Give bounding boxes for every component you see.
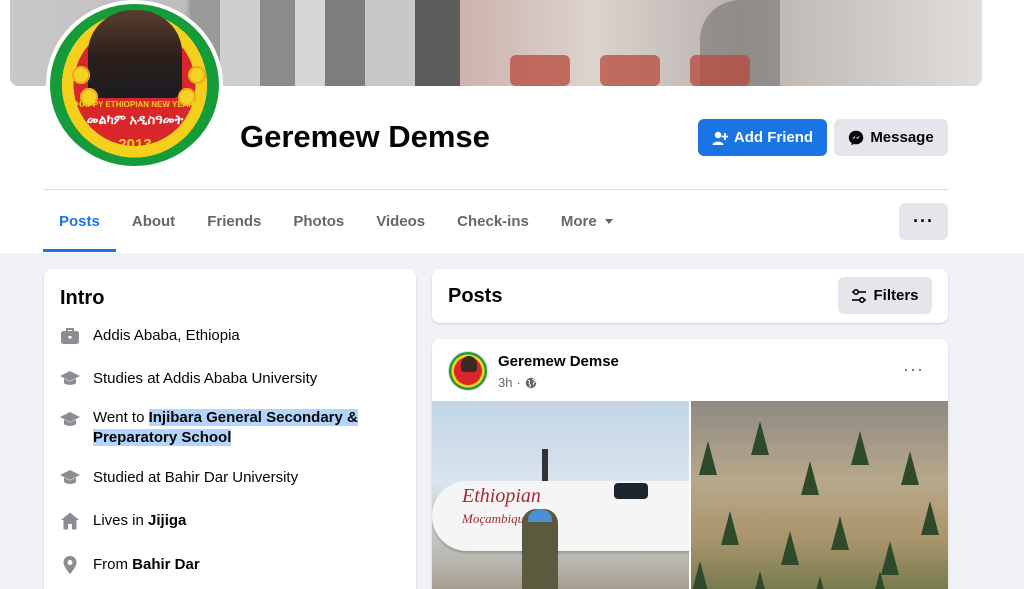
intro-item-from: From Bahir Dar xyxy=(60,555,390,575)
globe-icon xyxy=(525,377,537,388)
intro-went-to-prefix: Went to xyxy=(93,409,149,426)
message-label: Message xyxy=(870,129,934,146)
location-pin-icon xyxy=(63,556,77,574)
intro-lives-in-link[interactable]: Jijiga xyxy=(148,512,186,529)
graduation-cap-icon xyxy=(60,470,80,484)
add-friend-button[interactable]: Add Friend xyxy=(698,119,827,156)
post-time[interactable]: 3h xyxy=(498,375,512,390)
avatar-year-text: 2013 xyxy=(118,136,152,153)
intro-item-studied-at: Studied at Bahir Dar University xyxy=(60,468,390,488)
graduation-cap-icon xyxy=(60,371,80,385)
post-author-avatar[interactable] xyxy=(448,351,488,391)
profile-header: HAPPY ETHIOPIAN NEW YEAR መልካም አዲስዓመት 201… xyxy=(0,0,1024,253)
more-dots-icon: ··· xyxy=(913,211,934,231)
caret-down-icon xyxy=(604,218,613,224)
plane-subtitle-text: Moçambique xyxy=(462,511,530,526)
tab-videos[interactable]: Videos xyxy=(360,190,441,252)
graduation-cap-icon xyxy=(60,412,80,426)
profile-more-button[interactable]: ··· xyxy=(899,203,948,240)
intro-work-text: Addis Ababa, Ethiopia xyxy=(93,327,240,344)
intro-from-prefix: From xyxy=(93,556,133,573)
tab-posts[interactable]: Posts xyxy=(43,190,116,252)
filters-button[interactable]: Filters xyxy=(838,277,932,314)
post-photo-forest[interactable] xyxy=(691,401,948,589)
post-meta: 3h · xyxy=(498,375,537,390)
profile-name: Geremew Demse xyxy=(240,119,490,154)
avatar-banner-text: HAPPY ETHIOPIAN NEW YEAR xyxy=(75,100,195,109)
intro-item-lives-in: Lives in Jijiga xyxy=(60,511,390,531)
tab-about[interactable]: About xyxy=(116,190,191,252)
messenger-icon xyxy=(849,130,864,145)
blue-helmet xyxy=(528,509,552,522)
intro-lives-in-prefix: Lives in xyxy=(93,512,149,529)
tab-friends[interactable]: Friends xyxy=(191,190,277,252)
post-card: Geremew Demse 3h · ··· Ethiopian Moçambi… xyxy=(432,339,948,589)
plane-airline-text: Ethiopian xyxy=(462,485,541,507)
post-photo-airplane[interactable]: Ethiopian Moçambique xyxy=(432,401,689,589)
home-icon xyxy=(61,512,79,530)
tab-check-ins[interactable]: Check-ins xyxy=(441,190,545,252)
posts-header-card: Posts Filters xyxy=(432,269,948,323)
filters-icon xyxy=(852,288,867,303)
profile-avatar[interactable]: HAPPY ETHIOPIAN NEW YEAR መልካም አዲስዓመት 201… xyxy=(46,0,223,170)
intro-title: Intro xyxy=(60,287,105,309)
add-friend-icon xyxy=(712,131,728,145)
posts-title: Posts xyxy=(448,285,503,307)
intro-studies-text: Studies at Addis Ababa University xyxy=(93,370,318,387)
tab-photos[interactable]: Photos xyxy=(277,190,360,252)
add-friend-label: Add Friend xyxy=(733,129,814,146)
avatar-amharic-text: መልካም አዲስዓመት xyxy=(86,112,184,127)
intro-studied-at-text: Studied at Bahir Dar University xyxy=(93,469,299,486)
intro-card: Intro Addis Ababa, Ethiopia Studies at A… xyxy=(44,269,416,589)
post-options-icon[interactable]: ··· xyxy=(903,359,924,380)
intro-item-studies: Studies at Addis Ababa University xyxy=(60,369,390,389)
intro-item-went-to: Went to Injibara General Secondary & Pre… xyxy=(60,408,390,448)
intro-item-work: Addis Ababa, Ethiopia xyxy=(60,326,390,346)
intro-from-link[interactable]: Bahir Dar xyxy=(132,556,200,573)
post-meta-separator: · xyxy=(516,375,521,390)
profile-tabs: Posts About Friends Photos Videos Check-… xyxy=(43,190,629,252)
avatar-photo xyxy=(88,10,182,98)
plane-cockpit-window xyxy=(614,483,648,499)
filters-label: Filters xyxy=(873,287,919,304)
tab-more-label: More xyxy=(560,212,597,230)
message-button[interactable]: Message xyxy=(834,119,948,156)
briefcase-icon xyxy=(61,328,79,344)
post-author-name[interactable]: Geremew Demse xyxy=(498,353,619,370)
tab-more[interactable]: More xyxy=(545,190,629,252)
